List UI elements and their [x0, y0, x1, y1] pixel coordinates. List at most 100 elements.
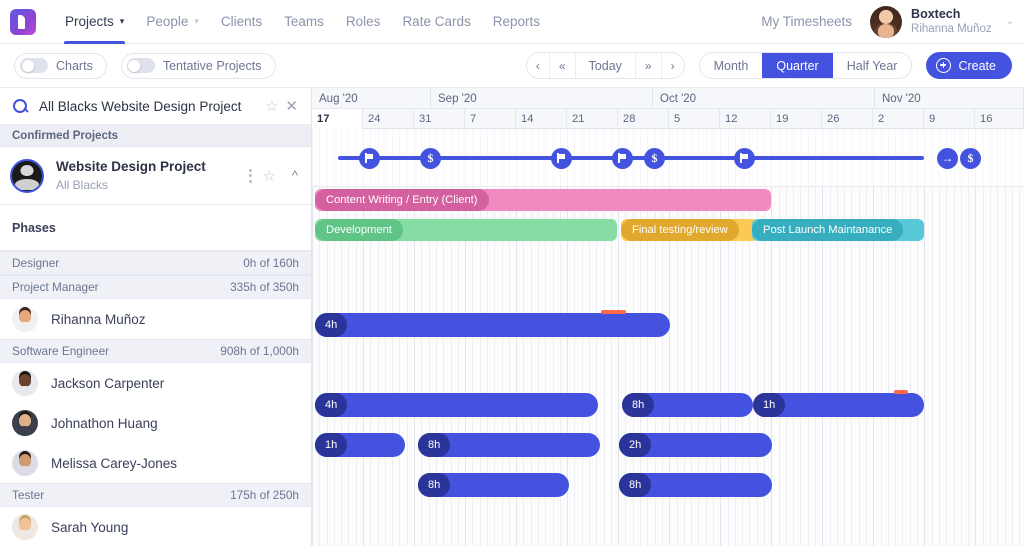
nav-item-people[interactable]: People▾ [135, 0, 210, 44]
person-row[interactable]: Sarah Young [0, 507, 311, 546]
create-button[interactable]: Create [926, 52, 1012, 79]
today-label[interactable]: Today [576, 52, 636, 79]
allocation-bar[interactable]: 4h [315, 393, 598, 417]
nav-item-teams[interactable]: Teams [273, 0, 335, 44]
zoom-level-half-year[interactable]: Half Year [833, 52, 912, 79]
role-row-project-manager[interactable]: Project Manager335h of 350h [0, 275, 311, 299]
milestone-dollar-icon[interactable]: $ [644, 148, 665, 169]
chevron-left-icon[interactable]: ‹ [527, 52, 550, 79]
milestone-dollar-icon[interactable]: $ [420, 148, 441, 169]
timeline-week-cell[interactable]: 31 [414, 109, 465, 129]
phase-bar[interactable]: Development [315, 219, 617, 241]
project-row[interactable]: Website Design Project All Blacks ☆ ^ [0, 147, 311, 205]
toggle-tentative-projects[interactable]: Tentative Projects [121, 53, 276, 79]
timeline-week-cell[interactable]: 9 [924, 109, 975, 129]
timeline-week-cell[interactable]: 17 [312, 109, 363, 129]
milestone-flag-icon[interactable] [551, 148, 572, 169]
person-row[interactable]: Rihanna Muñoz [0, 299, 311, 339]
zoom-level-month[interactable]: Month [700, 52, 763, 79]
chevron-right-icon[interactable]: › [662, 52, 684, 79]
milestone-dollar-icon[interactable]: $ [960, 148, 981, 169]
allocation-bar[interactable]: 8h [619, 473, 772, 497]
close-icon[interactable]: ✕ [285, 97, 298, 115]
zoom-level-quarter[interactable]: Quarter [762, 52, 832, 79]
dollar-icon: $ [968, 152, 974, 164]
nav-item-roles[interactable]: Roles [335, 0, 392, 44]
project-meta: Website Design Project All Blacks [56, 158, 243, 192]
chevron-up-icon[interactable]: ^ [292, 168, 298, 183]
star-outline-icon[interactable]: ☆ [265, 97, 278, 115]
milestone-flag-icon[interactable] [734, 148, 755, 169]
allocation-bar[interactable]: 8h [418, 433, 600, 457]
role-hours: 335h of 350h [230, 280, 299, 294]
role-row-designer[interactable]: Designer0h of 160h [0, 251, 311, 275]
allocation-bar[interactable]: 8h [622, 393, 753, 417]
confirmed-projects-header: Confirmed Projects [0, 125, 311, 147]
person-row[interactable]: Melissa Carey-Jones [0, 443, 311, 483]
my-timesheets-link[interactable]: My Timesheets [761, 14, 852, 29]
chevron-down-icon[interactable]: ▾ [120, 17, 125, 26]
phase-label: Post Launch Maintanance [752, 219, 903, 241]
allocation-bar[interactable]: 1h [315, 433, 405, 457]
toggle-charts[interactable]: Charts [14, 53, 107, 79]
project-avatar [10, 159, 44, 193]
role-row-tester[interactable]: Tester175h of 250h [0, 483, 311, 507]
role-name: Project Manager [12, 280, 230, 294]
main-nav-items: Projects▾People▾ Clients Teams Roles Rate Ca… [54, 0, 551, 44]
chevron-down-icon[interactable]: ⌄ [1006, 16, 1014, 27]
timeline-week-cell[interactable]: 24 [363, 109, 414, 129]
kebab-menu-icon[interactable] [243, 169, 257, 183]
phase-bar[interactable]: Content Writing / Entry (Client) [315, 189, 771, 211]
allocation-hours-chip: 4h [315, 313, 347, 337]
create-button-label: Create [958, 59, 996, 73]
forecast-logo-icon[interactable] [10, 9, 36, 35]
chevrons-left-icon[interactable]: « [550, 52, 576, 79]
milestone-flag-icon[interactable] [359, 148, 380, 169]
person-row[interactable]: Johnathon Huang [0, 403, 311, 443]
timeline-week-cell[interactable]: 7 [465, 109, 516, 129]
phase-bar[interactable]: Post Launch Maintanance [752, 219, 924, 241]
nav-item-label: Clients [221, 14, 262, 29]
timeline-week-cell[interactable]: 26 [822, 109, 873, 129]
timeline-panel: Aug '20Sep '20Oct '20Nov '20 17243171421… [312, 88, 1024, 546]
timeline-week-cell[interactable]: 12 [720, 109, 771, 129]
nav-item-label: Rate Cards [402, 14, 470, 29]
milestone-flag-icon[interactable] [612, 148, 633, 169]
phases-header: Phases [0, 205, 311, 251]
resource-scheduling-app: Projects▾People▾ Clients Teams Roles Rate Ca… [0, 0, 1024, 546]
allocation-bar[interactable]: 2h [619, 433, 772, 457]
search-input[interactable]: All Blacks Website Design Project [39, 99, 265, 114]
timeline-week-cell[interactable]: 28 [618, 109, 669, 129]
timeline-week-cell[interactable]: 5 [669, 109, 720, 129]
chevrons-right-icon[interactable]: » [636, 52, 662, 79]
milestone-arrow-right-icon[interactable]: → [937, 148, 958, 169]
timeline-week-cell[interactable]: 14 [516, 109, 567, 129]
project-client: All Blacks [56, 177, 243, 193]
toggle-switch[interactable] [127, 58, 155, 73]
nav-item-rate-cards[interactable]: Rate Cards [391, 0, 481, 44]
timeline-week-cell[interactable]: 19 [771, 109, 822, 129]
search-row[interactable]: All Blacks Website Design Project ☆ ✕ [0, 88, 311, 125]
project-star-outline-icon[interactable]: ☆ [262, 167, 275, 185]
nav-item-label: Roles [346, 14, 381, 29]
person-name: Melissa Carey-Jones [51, 456, 177, 471]
nav-item-reports[interactable]: Reports [482, 0, 551, 44]
toggle-switch[interactable] [20, 58, 48, 73]
role-row-software-engineer[interactable]: Software Engineer908h of 1,000h [0, 339, 311, 363]
user-avatar[interactable] [870, 6, 902, 38]
allocation-bar[interactable]: 8h [418, 473, 569, 497]
chevron-down-icon[interactable]: ▾ [194, 17, 199, 26]
timeline-week-cell[interactable]: 21 [567, 109, 618, 129]
person-row[interactable]: Jackson Carpenter [0, 363, 311, 403]
timeline-month-cell: Aug '20 [312, 88, 431, 109]
timeline-week-cell[interactable]: 16 [975, 109, 1024, 129]
role-name: Software Engineer [12, 344, 220, 358]
timeline-week-cell[interactable]: 2 [873, 109, 924, 129]
allocation-bar[interactable]: 1h [753, 393, 924, 417]
phase-bar[interactable]: Final testing/review [621, 219, 758, 241]
flag-icon [365, 153, 374, 163]
role-hours: 908h of 1,000h [220, 344, 299, 358]
nav-item-clients[interactable]: Clients [210, 0, 273, 44]
allocation-bar[interactable]: 4h [315, 313, 670, 337]
nav-item-projects[interactable]: Projects▾ [54, 0, 135, 44]
